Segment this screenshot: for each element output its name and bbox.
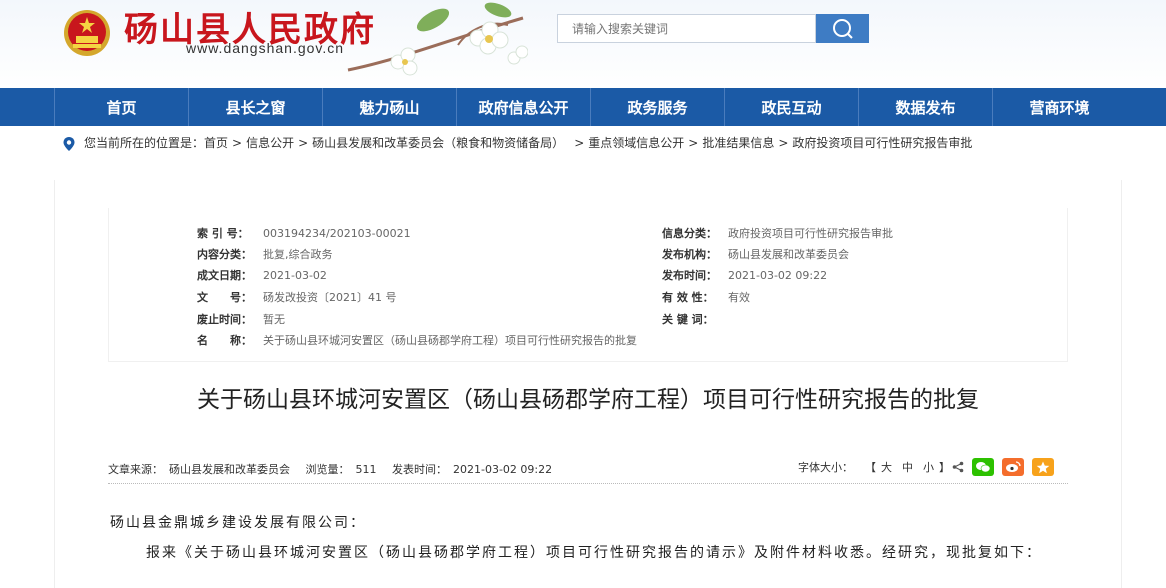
meta-keywords: 关 键 词：	[662, 311, 728, 327]
font-size-bracket-open: 【	[865, 461, 876, 474]
meta-value: 砀发改投资〔2021〕41 号	[263, 291, 397, 304]
meta-label: 发布时间：	[662, 269, 717, 282]
location-pin-icon	[63, 137, 75, 151]
nav-item-data[interactable]: 数据发布	[858, 88, 992, 126]
meta-label: 内容分类：	[197, 248, 252, 261]
breadcrumb-separator: >	[232, 136, 243, 150]
divider	[108, 483, 1068, 484]
nav-item-info-disclosure[interactable]: 政府信息公开	[456, 88, 590, 126]
font-large-button[interactable]: 大	[881, 459, 892, 475]
meta-value: 政府投资项目可行性研究报告审批	[728, 227, 893, 240]
meta-label: 文 号：	[197, 291, 252, 304]
meta-validity: 有 效 性： 有效	[662, 289, 750, 305]
meta-value: 砀山县发展和改革委员会	[728, 248, 849, 261]
article-source: 文章来源： 砀山县发展和改革委员会	[108, 463, 296, 476]
font-medium-button[interactable]: 中	[902, 459, 913, 475]
meta-doc-no: 文 号： 砀发改投资〔2021〕41 号	[197, 289, 397, 305]
nav-item-interaction[interactable]: 政民互动	[724, 88, 858, 126]
breadcrumb-approval-results[interactable]: 批准结果信息	[702, 136, 774, 150]
breadcrumb-home[interactable]: 首页	[204, 136, 228, 150]
nav-item-charm[interactable]: 魅力砀山	[322, 88, 456, 126]
meta-published: 发布时间： 2021-03-02 09:22	[662, 267, 827, 283]
meta-label: 发布机构：	[662, 248, 717, 261]
article-title: 关于砀山县环城河安置区（砀山县砀郡学府工程）项目可行性研究报告的批复	[197, 387, 979, 413]
wechat-share-button[interactable]	[972, 458, 994, 476]
meta-label: 关 键 词：	[662, 313, 714, 326]
article-paragraph: 报来《关于砀山县环城河安置区（砀山县砀郡学府工程）项目可行性研究报告的请示》及附…	[146, 545, 1042, 561]
breadcrumb-separator: >	[778, 136, 789, 150]
favorite-button[interactable]	[1032, 458, 1054, 476]
meta-value: 2021-03-02	[263, 269, 327, 282]
nav-item-home[interactable]: 首页	[54, 88, 188, 126]
national-emblem-icon	[64, 10, 110, 56]
date-value: 2021-03-02 09:22	[453, 463, 553, 476]
meta-value: 有效	[728, 291, 750, 304]
meta-created: 成文日期： 2021-03-02	[197, 267, 327, 283]
nav-item-business[interactable]: 营商环境	[992, 88, 1126, 126]
favorite-icon	[1036, 461, 1050, 473]
article-salutation: 砀山县金鼎城乡建设发展有限公司：	[110, 515, 366, 531]
views-label: 浏览量：	[305, 463, 350, 476]
meta-label: 成文日期：	[197, 269, 252, 282]
meta-publisher: 发布机构： 砀山县发展和改革委员会	[662, 246, 849, 262]
article-views: 浏览量： 511	[306, 463, 383, 476]
meta-index: 索 引 号： 003194234/202103-00021	[197, 225, 411, 241]
breadcrumb-current[interactable]: 政府投资项目可行性研究报告审批	[792, 136, 972, 150]
nav-item-magistrate[interactable]: 县长之窗	[188, 88, 322, 126]
site-header: 砀山县人民政府 www.dangshan.gov.cn	[0, 0, 1166, 88]
meta-label: 名 称：	[197, 334, 252, 347]
article-info-bar: 文章来源： 砀山县发展和改革委员会 浏览量： 511 发表时间： 2021-03-02…	[108, 458, 1068, 480]
breadcrumb-separator: >	[298, 136, 309, 150]
meta-value: 暂无	[263, 313, 285, 326]
site-url: www.dangshan.gov.cn	[186, 40, 345, 56]
meta-label: 有 效 性：	[662, 291, 714, 304]
article-body: 砀山县金鼎城乡建设发展有限公司： 报来《关于砀山县环城河安置区（砀山县砀郡学府工…	[110, 508, 1070, 568]
main-nav: 首页 县长之窗 魅力砀山 政府信息公开 政务服务 政民互动 数据发布 营商环境	[0, 88, 1166, 126]
weibo-icon	[1006, 461, 1021, 472]
breadcrumb: 您当前所在的位置是：首页 > 信息公开 > 砀山县发展和改革委员会（粮食和物资储备局） >…	[62, 133, 1102, 154]
share-icon[interactable]	[952, 461, 964, 473]
breadcrumb-department[interactable]: 砀山县发展和改革委员会（粮食和物资储备局）	[312, 136, 564, 150]
meta-label: 废止时间：	[197, 313, 252, 326]
breadcrumb-separator: >	[574, 136, 585, 150]
flower-decoration-icon	[347, 2, 528, 76]
weibo-share-button[interactable]	[1002, 458, 1024, 476]
font-size-bracket-close: 】	[939, 461, 950, 474]
article-date: 发表时间： 2021-03-02 09:22	[392, 463, 558, 476]
source-label: 文章来源：	[108, 463, 163, 476]
meta-name: 名 称： 关于砀山县环城河安置区（砀山县砀郡学府工程）项目可行性研究报告的批复	[197, 332, 637, 348]
search-input[interactable]	[557, 14, 816, 43]
metadata-table: 索 引 号： 003194234/202103-00021 信息分类： 政府投资项目…	[108, 208, 1068, 362]
meta-value: 003194234/202103-00021	[263, 227, 411, 240]
wechat-icon	[976, 462, 991, 473]
meta-value: 关于砀山县环城河安置区（砀山县砀郡学府工程）项目可行性研究报告的批复	[263, 334, 637, 347]
meta-content-type: 内容分类： 批复,综合政务	[197, 246, 333, 262]
meta-category: 信息分类： 政府投资项目可行性研究报告审批	[662, 225, 893, 241]
font-size-label: 字体大小：	[798, 461, 853, 474]
meta-label: 信息分类：	[662, 227, 717, 240]
date-label: 发表时间：	[392, 463, 447, 476]
breadcrumb-info-disclosure[interactable]: 信息公开	[246, 136, 294, 150]
breadcrumb-separator: >	[688, 136, 699, 150]
search-icon	[832, 18, 853, 39]
breadcrumb-prefix: 您当前所在的位置是：	[84, 136, 205, 150]
views-value: 511	[355, 463, 377, 476]
meta-value: 2021-03-02 09:22	[728, 269, 828, 282]
nav-item-services[interactable]: 政务服务	[590, 88, 724, 126]
search-button[interactable]	[816, 14, 869, 43]
source-value: 砀山县发展和改革委员会	[169, 463, 290, 476]
meta-label: 索 引 号：	[197, 227, 249, 240]
breadcrumb-key-areas[interactable]: 重点领域信息公开	[588, 136, 684, 150]
meta-value: 批复,综合政务	[263, 248, 333, 261]
meta-repeal: 废止时间： 暂无	[197, 311, 285, 327]
font-small-button[interactable]: 小	[923, 459, 934, 475]
